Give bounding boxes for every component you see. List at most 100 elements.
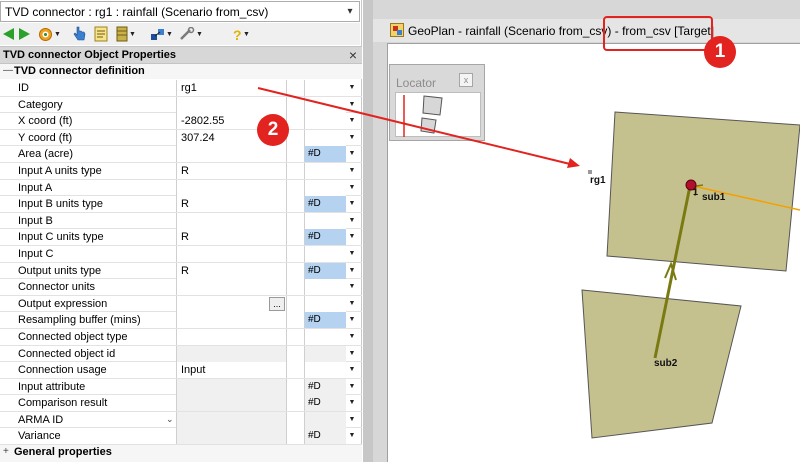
object-selector-combo[interactable]: TVD connector : rg1 : rainfall (Scenario… — [0, 1, 360, 22]
data-sheet-button[interactable]: ▼ — [116, 26, 136, 42]
flag-dropdown-icon[interactable]: ▼ — [346, 98, 358, 112]
property-flag-cell[interactable] — [304, 113, 346, 130]
property-flag-cell[interactable] — [304, 179, 346, 196]
flag-dropdown-icon[interactable]: ▼ — [346, 330, 358, 344]
tools-button[interactable]: ▼ — [179, 26, 203, 42]
flag-dropdown-icon[interactable]: ▼ — [346, 147, 358, 161]
arrow-left-icon — [3, 28, 14, 40]
flag-dropdown-icon[interactable]: ▼ — [346, 230, 358, 244]
property-value-cell[interactable] — [176, 96, 286, 113]
arrow-right-icon — [19, 28, 30, 40]
notes-icon — [94, 26, 108, 42]
flag-dropdown-icon[interactable]: ▼ — [346, 363, 358, 377]
property-flag-cell[interactable] — [304, 245, 346, 262]
property-flag-cell[interactable] — [304, 212, 346, 229]
property-value-cell[interactable] — [176, 411, 286, 428]
property-value-cell[interactable] — [176, 345, 286, 362]
flag-dropdown-icon[interactable]: ▼ — [346, 347, 358, 361]
property-value-cell[interactable]: R — [176, 229, 286, 246]
property-flag-cell[interactable]: #D — [304, 262, 346, 279]
flag-dropdown-icon[interactable]: ▼ — [346, 131, 358, 145]
property-row: Connector units ▼ — [0, 279, 362, 296]
ellipsis-button[interactable]: ... — [269, 296, 285, 311]
flag-dropdown-icon[interactable]: ▼ — [346, 114, 358, 128]
geoplan-title-bar: GeoPlan - rainfall (Scenario from_csv) -… — [373, 19, 800, 42]
svg-text:?: ? — [233, 27, 242, 42]
property-value-cell[interactable] — [176, 279, 286, 296]
property-row: ARMA ID ⌄ ▼ — [0, 411, 362, 429]
flag-dropdown-icon[interactable]: ▼ — [346, 81, 358, 95]
property-extra-cell — [286, 196, 304, 213]
property-value-cell[interactable] — [176, 146, 286, 163]
property-value-cell[interactable] — [176, 245, 286, 262]
locator-window[interactable]: Locator x — [389, 64, 485, 141]
property-row: Input C ▼ — [0, 245, 362, 263]
property-flag-cell[interactable] — [304, 80, 346, 96]
expand-icon[interactable]: + — [3, 446, 9, 457]
property-value-cell[interactable] — [176, 179, 286, 196]
flag-dropdown-icon[interactable]: ▼ — [346, 247, 358, 261]
property-flag-cell[interactable]: #D — [304, 378, 346, 395]
property-value-cell[interactable] — [176, 395, 286, 412]
notes-button[interactable] — [94, 26, 108, 42]
link-object-button[interactable]: ▼ — [150, 26, 173, 42]
property-flag-cell[interactable] — [304, 362, 346, 379]
collapse-icon[interactable]: — — [3, 65, 13, 76]
property-flag-cell[interactable]: #D — [304, 428, 346, 445]
property-flag-cell[interactable] — [304, 328, 346, 345]
flag-dropdown-icon[interactable]: ▼ — [346, 297, 358, 311]
chevron-down-icon[interactable]: ⌄ — [166, 414, 174, 425]
close-icon[interactable]: × — [349, 47, 357, 63]
property-flag-cell[interactable]: #D — [304, 312, 346, 329]
locator-view[interactable] — [395, 92, 481, 137]
select-object-button[interactable]: ▼ — [38, 26, 61, 42]
property-flag-cell[interactable] — [304, 279, 346, 296]
flag-dropdown-icon[interactable]: ▼ — [346, 214, 358, 228]
section-title: General properties — [14, 446, 112, 458]
property-flag-cell[interactable] — [304, 129, 346, 146]
property-value-cell[interactable] — [176, 328, 286, 345]
property-value-cell[interactable]: R — [176, 196, 286, 213]
property-flag-cell[interactable] — [304, 96, 346, 113]
property-row: Area (acre) #D ▼ — [0, 146, 362, 163]
property-value-cell[interactable]: R — [176, 262, 286, 279]
property-row: Input B ▼ — [0, 212, 362, 230]
flag-dropdown-icon[interactable]: ▼ — [346, 429, 358, 443]
section-header-definition[interactable]: — TVD connector definition — [0, 64, 362, 79]
next-object-button[interactable] — [18, 26, 31, 42]
previous-object-button[interactable] — [2, 26, 15, 42]
section-title: TVD connector definition — [14, 65, 145, 77]
flag-dropdown-icon[interactable]: ▼ — [346, 380, 358, 394]
property-value-cell[interactable] — [176, 212, 286, 229]
property-value-cell[interactable]: Input — [176, 362, 286, 379]
section-header-general[interactable]: + General properties — [0, 445, 362, 462]
flag-dropdown-icon[interactable]: ▼ — [346, 396, 358, 410]
property-flag-cell[interactable] — [304, 345, 346, 362]
flag-dropdown-icon[interactable]: ▼ — [346, 197, 358, 211]
flag-dropdown-icon[interactable]: ▼ — [346, 313, 358, 327]
flag-dropdown-icon[interactable]: ▼ — [346, 280, 358, 294]
flag-dropdown-icon[interactable]: ▼ — [346, 264, 358, 278]
help-button[interactable]: ? ▼ — [232, 26, 250, 42]
property-flag-cell[interactable]: #D — [304, 395, 346, 412]
flag-dropdown-icon[interactable]: ▼ — [346, 181, 358, 195]
property-flag-cell[interactable] — [304, 411, 346, 428]
property-flag-cell[interactable]: #D — [304, 146, 346, 163]
property-flag-cell[interactable] — [304, 162, 346, 179]
flag-dropdown-icon[interactable]: ▼ — [346, 413, 358, 427]
close-icon[interactable]: x — [459, 73, 473, 87]
property-row: Connection usage Input ▼ — [0, 362, 362, 379]
property-value-cell[interactable] — [176, 378, 286, 395]
property-row: Y coord (ft) 307.24 ▼ — [0, 129, 362, 147]
property-flag-cell[interactable]: #D — [304, 196, 346, 213]
property-value-cell[interactable]: R — [176, 162, 286, 179]
property-name: Variance — [18, 430, 61, 443]
flag-dropdown-icon[interactable]: ▼ — [346, 164, 358, 178]
property-value-cell[interactable] — [176, 312, 286, 329]
property-flag-cell[interactable] — [304, 295, 346, 312]
chevron-down-icon[interactable]: ▾ — [344, 6, 356, 18]
property-value-cell[interactable]: rg1 — [176, 80, 286, 96]
property-value-cell[interactable] — [176, 428, 286, 445]
pick-object-button[interactable] — [72, 26, 86, 42]
property-flag-cell[interactable]: #D — [304, 229, 346, 246]
